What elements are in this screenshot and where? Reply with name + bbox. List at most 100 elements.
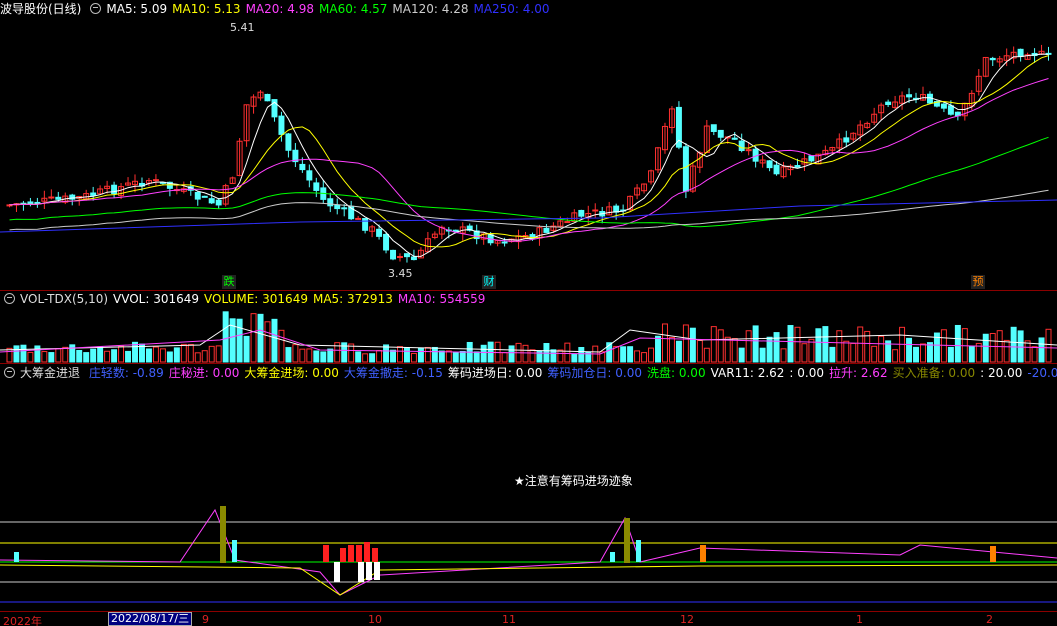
volume-bar (794, 326, 801, 363)
volume-bar (571, 353, 578, 363)
candle-body (390, 249, 397, 260)
volume-bar (41, 351, 48, 363)
indicator-bar (990, 546, 996, 562)
volume-bar (90, 348, 97, 363)
volume-bar (717, 329, 724, 363)
candle-body (808, 155, 815, 162)
indicator-bar (358, 562, 364, 582)
candle-body (843, 137, 850, 143)
ma120-line (9, 189, 1049, 231)
indicator-bar (334, 562, 340, 582)
volume-bar (724, 336, 731, 363)
event-tag-drop[interactable]: 跌 (222, 275, 236, 289)
volume-bar (118, 345, 125, 363)
axis-year: 2022年 (3, 615, 42, 626)
indicator-line (0, 564, 1057, 596)
volume-bar (299, 348, 306, 363)
volume-bar (529, 349, 536, 363)
volume-bar (940, 329, 947, 363)
candle-body (201, 195, 208, 198)
volume-bar (850, 342, 857, 363)
high-price-label: 5.41 (230, 21, 255, 34)
volume-bar (215, 345, 222, 363)
candle-body (383, 233, 390, 251)
volume-bar (878, 335, 885, 363)
candle-body (1017, 48, 1024, 57)
volume-bar (445, 350, 452, 363)
volume-bar (557, 349, 564, 363)
event-tag-forecast[interactable]: 预 (971, 275, 985, 289)
volume-bar (187, 343, 194, 363)
volume-bar (780, 348, 787, 363)
volume-bar (620, 346, 627, 363)
stock-chart-window[interactable]: 波导股份(日线) MA5: 5.09 MA10: 5.13 MA20: 4.98 MA6… (0, 0, 1057, 626)
volume-bar (1010, 326, 1017, 363)
volume-bar (257, 313, 264, 363)
indicator-bar (636, 540, 641, 562)
candle-body (906, 94, 913, 98)
volume-bar (613, 345, 620, 363)
indicator-bar (14, 552, 19, 562)
volume-bar (947, 346, 954, 363)
chart-canvas[interactable] (0, 0, 1057, 611)
volume-bar (104, 350, 111, 363)
volume-bar (152, 346, 159, 363)
candle-body (111, 184, 118, 195)
candle-body (543, 227, 550, 233)
volume-bar (843, 340, 850, 363)
candle-body (152, 179, 159, 182)
volume-bar (1017, 330, 1024, 363)
volume-bar (222, 311, 229, 363)
axis-month: 2 (986, 613, 993, 626)
volume-bar (668, 336, 675, 363)
candle-body (208, 198, 215, 204)
candle-body (334, 204, 341, 210)
candle-body (682, 146, 689, 192)
volume-bar (236, 318, 243, 363)
volume-bar (376, 349, 383, 363)
volume-bar (397, 346, 403, 363)
candle-body (306, 170, 313, 181)
volume-bar (452, 351, 459, 363)
volume-bar (355, 351, 362, 363)
volume-bar (62, 346, 69, 363)
candle-body (564, 221, 571, 224)
indicator-bar (348, 545, 354, 562)
candle-body (745, 149, 752, 152)
indicator-bar (700, 545, 706, 562)
volume-bar (787, 325, 794, 363)
volume-bar (501, 352, 508, 363)
indicator-bar (232, 540, 237, 562)
volume-bar (564, 342, 571, 363)
volume-bar (1045, 328, 1052, 363)
volume-bar (634, 350, 641, 363)
low-price-label: 3.45 (388, 267, 413, 280)
volume-bar (1003, 339, 1010, 363)
volume-bar (822, 326, 829, 363)
event-tag-finance[interactable]: 财 (482, 275, 496, 289)
volume-bar (1024, 340, 1031, 363)
volume-bar (459, 350, 466, 363)
indicator-bar (372, 548, 378, 562)
volume-bar (69, 344, 76, 363)
volume-bar (815, 328, 822, 363)
volume-bar (27, 351, 34, 363)
volume-bar (508, 345, 515, 363)
volume-bar (125, 350, 132, 363)
volume-bar (278, 329, 285, 363)
volume-bar (773, 332, 780, 363)
volume-bar (76, 349, 83, 363)
volume-bar (801, 343, 808, 363)
candle-body (794, 165, 801, 168)
volume-bar (710, 326, 717, 363)
volume-bar (759, 347, 766, 363)
candle-body (341, 207, 348, 210)
candle-body (55, 196, 62, 200)
volume-bar (836, 330, 843, 363)
indicator-bar (220, 506, 226, 563)
axis-month: 10 (368, 613, 382, 626)
volume-bar (132, 341, 138, 363)
candle-body (355, 217, 362, 220)
volume-bar (243, 335, 250, 363)
volume-bar (424, 346, 431, 363)
